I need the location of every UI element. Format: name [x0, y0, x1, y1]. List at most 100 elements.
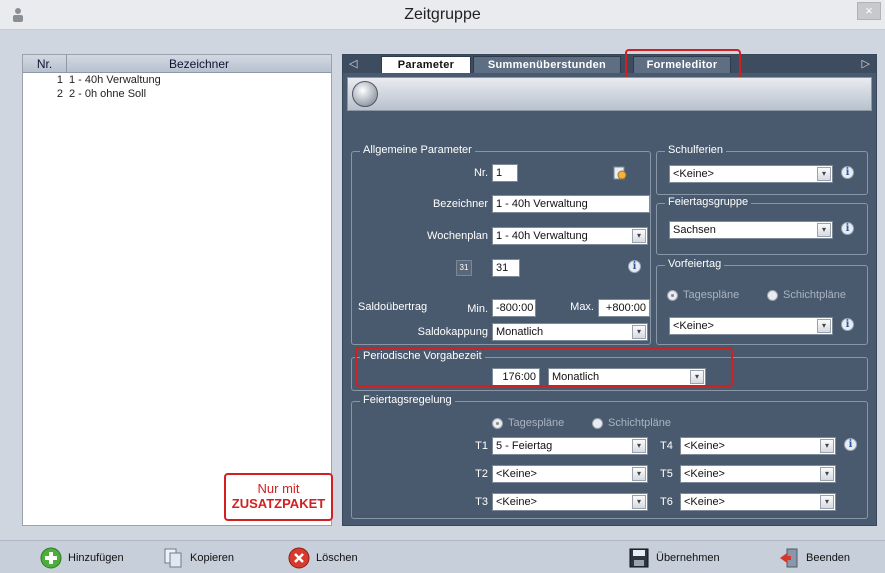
chevron-down-icon[interactable]: ▾: [632, 495, 646, 509]
t1-label: T1: [475, 440, 488, 452]
wochenplan-select[interactable]: 1 - 40h Verwaltung ▾: [492, 227, 648, 245]
nr-field[interactable]: 1: [492, 164, 518, 182]
wochenplan-label: Wochenplan: [427, 230, 488, 242]
saldouebertrag-label: Saldoübertrag: [358, 301, 428, 313]
saldokappung-label: Saldokappung: [417, 326, 488, 338]
info-icon[interactable]: i: [841, 222, 854, 235]
beenden-button[interactable]: Beenden: [778, 547, 850, 569]
feiertagsgruppe-select[interactable]: Sachsen ▾: [669, 221, 833, 239]
t5-select[interactable]: <Keine> ▾: [680, 465, 836, 483]
radio-tagesplaene[interactable]: [667, 290, 678, 301]
allgemeine-parameter-group: Allgemeine Parameter Nr. 1 Bezeichner 1 …: [351, 144, 651, 345]
window-title: Zeitgruppe: [404, 6, 481, 23]
parameter-toolbar: [347, 77, 872, 111]
list-item-nr: 1: [56, 74, 63, 86]
chevron-down-icon[interactable]: ▾: [817, 167, 831, 181]
chevron-down-icon[interactable]: ▾: [817, 223, 831, 237]
feiertagsgruppe-legend: Feiertagsgruppe: [665, 196, 752, 208]
uebernehmen-button[interactable]: Übernehmen: [628, 547, 720, 569]
feiertagsregelung-group: Feiertagsregelung Tagespläne Schichtplän…: [351, 394, 868, 519]
chevron-down-icon[interactable]: ▾: [632, 439, 646, 453]
uebernehmen-label: Übernehmen: [656, 552, 720, 564]
formeleditor-highlight: [625, 49, 741, 79]
t5-value: <Keine>: [684, 468, 725, 480]
kopieren-label: Kopieren: [190, 552, 235, 564]
nr-label: Nr.: [473, 167, 488, 179]
radio-schichtplaene[interactable]: [592, 418, 603, 429]
save-icon: [629, 548, 649, 568]
copy-icon: [164, 548, 182, 568]
t4-value: <Keine>: [684, 440, 725, 452]
chevron-down-icon[interactable]: ▾: [820, 467, 834, 481]
bezeichner-field[interactable]: 1 - 40h Verwaltung: [492, 195, 650, 213]
tab-strip: ◁ Parameter Summenüberstunden Formeledit…: [343, 55, 876, 73]
t3-value: <Keine>: [496, 496, 537, 508]
vorfeiertag-value: <Keine>: [673, 320, 714, 332]
hinzufuegen-button[interactable]: Hinzufügen: [40, 547, 124, 569]
t5-label: T5: [660, 468, 673, 480]
loeschen-label: Löschen: [316, 552, 358, 564]
vorfeiertag-select[interactable]: <Keine> ▾: [669, 317, 833, 335]
t2-value: <Keine>: [496, 468, 537, 480]
details-panel: ◁ Parameter Summenüberstunden Formeledit…: [342, 49, 877, 526]
chevron-down-icon[interactable]: ▾: [632, 229, 646, 243]
feiertagsgruppe-group: Feiertagsgruppe Sachsen ▾ i: [656, 196, 868, 255]
users-icon: [352, 81, 378, 107]
bezeichner-label: Bezeichner: [432, 198, 488, 210]
radio-schichtplaene-label: Schichtpläne: [783, 289, 846, 301]
hinzufuegen-label: Hinzufügen: [68, 552, 124, 564]
t6-label: T6: [660, 496, 673, 508]
loeschen-button[interactable]: Löschen: [288, 547, 358, 569]
chevron-down-icon[interactable]: ▾: [632, 467, 646, 481]
t2-label: T2: [475, 468, 488, 480]
info-icon[interactable]: i: [844, 438, 857, 451]
tab-parameter[interactable]: Parameter: [381, 56, 471, 73]
allgemeine-parameter-legend: Allgemeine Parameter: [360, 144, 475, 156]
list-item-bezeichner: 2 - 0h ohne Soll: [69, 88, 147, 100]
feiertagsregelung-legend: Feiertagsregelung: [360, 394, 455, 406]
max-label: Max.: [570, 301, 594, 313]
chevron-down-icon[interactable]: ▾: [820, 495, 834, 509]
radio-schichtplaene-label: Schichtpläne: [608, 417, 671, 429]
max-field[interactable]: +800:00: [598, 299, 650, 317]
saldokappung-select[interactable]: Monatlich ▾: [492, 323, 648, 341]
radio-tagesplaene[interactable]: [492, 418, 503, 429]
close-button[interactable]: ×: [857, 2, 881, 20]
column-header-nr[interactable]: Nr.: [23, 55, 67, 72]
schulferien-select[interactable]: <Keine> ▾: [669, 165, 833, 183]
info-icon[interactable]: i: [841, 166, 854, 179]
chevron-down-icon[interactable]: ▾: [632, 325, 646, 339]
tab-scroll-left-icon[interactable]: ◁: [349, 57, 357, 70]
t4-select[interactable]: <Keine> ▾: [680, 437, 836, 455]
tab-summenueberstunden[interactable]: Summenüberstunden: [473, 56, 621, 73]
refresh-doc-icon[interactable]: [612, 165, 628, 181]
info-icon[interactable]: i: [628, 260, 641, 273]
bottom-toolbar: Hinzufügen Kopieren Löschen Übernehmen B…: [0, 540, 885, 573]
t3-select[interactable]: <Keine> ▾: [492, 493, 648, 511]
zusatzpaket-badge: Nur mit ZUSATZPAKET: [224, 473, 333, 521]
vorfeiertag-legend: Vorfeiertag: [665, 258, 725, 270]
info-icon[interactable]: i: [841, 318, 854, 331]
column-header-bezeichner[interactable]: Bezeichner: [67, 55, 331, 72]
t6-select[interactable]: <Keine> ▾: [680, 493, 836, 511]
schulferien-group: Schulferien <Keine> ▾ i: [656, 144, 868, 195]
list-item[interactable]: 1 1 - 40h Verwaltung: [23, 73, 331, 87]
kopieren-button[interactable]: Kopieren: [162, 547, 234, 569]
radio-schichtplaene[interactable]: [767, 290, 778, 301]
list-header: Nr. Bezeichner: [23, 55, 331, 73]
feiertagsgruppe-value: Sachsen: [673, 224, 716, 236]
min-field[interactable]: -800:00: [492, 299, 536, 317]
chevron-down-icon[interactable]: ▾: [817, 319, 831, 333]
tab-scroll-right-icon[interactable]: ▷: [862, 57, 870, 70]
t1-select[interactable]: 5 - Feiertag ▾: [492, 437, 648, 455]
t3-label: T3: [475, 496, 488, 508]
saldokappung-value: Monatlich: [496, 326, 544, 338]
schulferien-value: <Keine>: [673, 168, 714, 180]
days-field[interactable]: 31: [492, 259, 520, 277]
delete-icon: [288, 547, 310, 569]
exit-icon: [780, 548, 798, 568]
list-item[interactable]: 2 2 - 0h ohne Soll: [23, 87, 331, 101]
chevron-down-icon[interactable]: ▾: [820, 439, 834, 453]
periodische-highlight: [355, 347, 733, 387]
t2-select[interactable]: <Keine> ▾: [492, 465, 648, 483]
